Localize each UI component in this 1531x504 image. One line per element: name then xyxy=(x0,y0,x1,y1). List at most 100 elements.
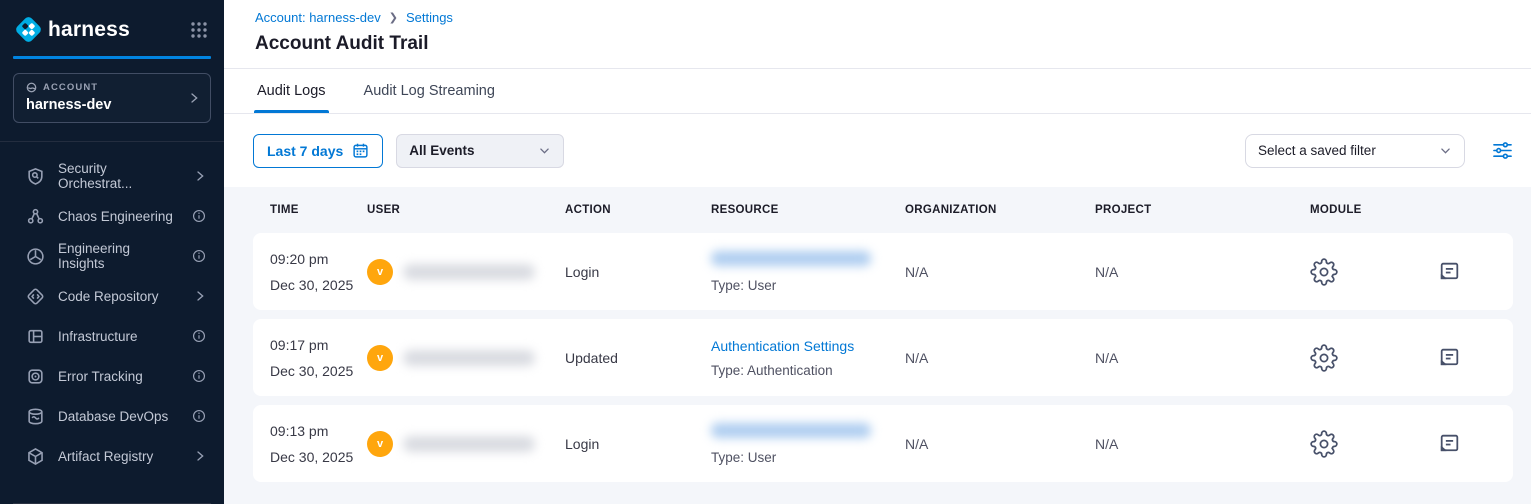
sidebar-item-label: Error Tracking xyxy=(58,369,143,384)
details-cell xyxy=(1417,259,1513,284)
sidebar-item-database-devops[interactable]: Database DevOps xyxy=(0,396,224,436)
brand-name: harness xyxy=(48,18,130,42)
chevron-right-icon xyxy=(188,92,200,104)
column-header-user: USER xyxy=(367,204,565,216)
organization-cell: N/A xyxy=(905,350,1095,366)
saved-filter-select[interactable]: Select a saved filter xyxy=(1245,134,1465,168)
redacted-user-name xyxy=(403,350,535,366)
resource-type: Type: User xyxy=(711,278,905,293)
date-range-button[interactable]: Last 7 days xyxy=(253,134,383,168)
tab-audit-log-streaming[interactable]: Audit Log Streaming xyxy=(364,69,495,113)
artifact-registry-icon xyxy=(26,447,45,466)
event-summary-note-icon[interactable] xyxy=(1437,345,1462,370)
avatar: v xyxy=(367,259,393,285)
brand-header: harness xyxy=(0,0,224,45)
account-switcher[interactable]: ACCOUNT harness-dev xyxy=(13,73,211,123)
resource-type: Type: Authentication xyxy=(711,363,905,378)
info-icon xyxy=(192,249,206,263)
table-header-row: TIME USER ACTION RESOURCE ORGANIZATION P… xyxy=(253,187,1513,233)
action-cell: Updated xyxy=(565,350,711,366)
action-cell: Login xyxy=(565,436,711,452)
info-icon xyxy=(192,369,206,383)
events-filter-value: All Events xyxy=(409,143,474,158)
sidebar-item-label: Infrastructure xyxy=(58,329,138,344)
sidebar-item-label: Database DevOps xyxy=(58,409,168,424)
project-cell: N/A xyxy=(1095,350,1302,366)
sidebar-item-artifact-registry[interactable]: Artifact Registry xyxy=(0,436,224,476)
column-header-organization: ORGANIZATION xyxy=(905,204,1095,216)
page-title: Account Audit Trail xyxy=(255,33,1531,68)
saved-filter-placeholder: Select a saved filter xyxy=(1258,143,1376,158)
details-cell xyxy=(1417,345,1513,370)
chevron-down-icon xyxy=(538,144,551,157)
event-summary-note-icon[interactable] xyxy=(1437,259,1462,284)
module-cell xyxy=(1302,258,1417,286)
sidebar-item-label: Engineering Insights xyxy=(58,241,179,271)
tab-audit-logs[interactable]: Audit Logs xyxy=(257,69,326,113)
sidebar-item-security-orchestration[interactable]: Security Orchestrat... xyxy=(0,156,224,196)
column-header-module: MODULE xyxy=(1302,204,1417,216)
table-row: 09:20 pmDec 30, 2025 v Login Type: User … xyxy=(253,233,1513,310)
sidebar-item-engineering-insights[interactable]: Engineering Insights xyxy=(0,236,224,276)
chevron-right-icon xyxy=(194,290,206,302)
events-filter-select[interactable]: All Events xyxy=(396,134,564,168)
time-cell: 09:17 pmDec 30, 2025 xyxy=(270,332,367,384)
shield-icon xyxy=(26,167,45,186)
sidebar-item-label: Code Repository xyxy=(58,289,159,304)
resource-type: Type: User xyxy=(711,450,905,465)
sidebar-nav: Security Orchestrat... Chaos Engineering xyxy=(0,142,224,503)
infrastructure-icon xyxy=(26,327,45,346)
calendar-icon xyxy=(352,142,369,159)
breadcrumb-settings-link[interactable]: Settings xyxy=(406,10,453,25)
user-cell: v xyxy=(367,431,565,457)
chaos-engineering-icon xyxy=(26,207,45,226)
user-cell: v xyxy=(367,345,565,371)
column-header-time: TIME xyxy=(270,204,367,216)
module-cell xyxy=(1302,430,1417,458)
column-header-project: PROJECT xyxy=(1095,204,1302,216)
column-header-resource: RESOURCE xyxy=(711,204,905,216)
redacted-user-name xyxy=(403,264,535,280)
resource-link[interactable]: Authentication Settings xyxy=(711,338,854,354)
harness-logo-icon xyxy=(13,14,44,45)
info-icon xyxy=(192,209,206,223)
filter-sliders-icon[interactable] xyxy=(1492,141,1513,160)
sidebar: harness ACCOUNT harness-dev xyxy=(0,0,224,504)
user-cell: v xyxy=(367,259,565,285)
gear-icon[interactable] xyxy=(1310,258,1338,286)
gear-icon[interactable] xyxy=(1310,344,1338,372)
action-cell: Login xyxy=(565,264,711,280)
audit-table: TIME USER ACTION RESOURCE ORGANIZATION P… xyxy=(224,187,1531,504)
sidebar-item-code-repository[interactable]: Code Repository xyxy=(0,276,224,316)
time-cell: 09:20 pmDec 30, 2025 xyxy=(270,246,367,298)
date-range-label: Last 7 days xyxy=(267,143,343,159)
event-summary-note-icon[interactable] xyxy=(1437,431,1462,456)
details-cell xyxy=(1417,431,1513,456)
breadcrumb: Account: harness-dev ❯ Settings xyxy=(255,10,1531,25)
error-tracking-icon xyxy=(26,367,45,386)
project-cell: N/A xyxy=(1095,436,1302,452)
breadcrumb-account-link[interactable]: Account: harness-dev xyxy=(255,10,381,25)
module-cell xyxy=(1302,344,1417,372)
table-row: 09:13 pmDec 30, 2025 v Login Type: User … xyxy=(253,405,1513,482)
chevron-right-icon xyxy=(194,450,206,462)
tabs: Audit Logs Audit Log Streaming xyxy=(224,69,1531,114)
avatar: v xyxy=(367,345,393,371)
sidebar-item-infrastructure[interactable]: Infrastructure xyxy=(0,316,224,356)
chevron-right-icon xyxy=(194,170,206,182)
app-grid-icon[interactable] xyxy=(190,21,208,39)
info-icon xyxy=(192,409,206,423)
gear-icon[interactable] xyxy=(1310,430,1338,458)
account-name: harness-dev xyxy=(26,97,198,113)
sidebar-item-error-tracking[interactable]: Error Tracking xyxy=(0,356,224,396)
chevron-down-icon xyxy=(1439,144,1452,157)
avatar: v xyxy=(367,431,393,457)
sidebar-item-chaos-engineering[interactable]: Chaos Engineering xyxy=(0,196,224,236)
page-header: Account: harness-dev ❯ Settings Account … xyxy=(224,0,1531,69)
main-content: Account: harness-dev ❯ Settings Account … xyxy=(224,0,1531,504)
organization-cell: N/A xyxy=(905,436,1095,452)
column-header-action: ACTION xyxy=(565,204,711,216)
project-cell: N/A xyxy=(1095,264,1302,280)
chevron-separator-icon: ❯ xyxy=(389,11,398,24)
database-icon xyxy=(26,407,45,426)
